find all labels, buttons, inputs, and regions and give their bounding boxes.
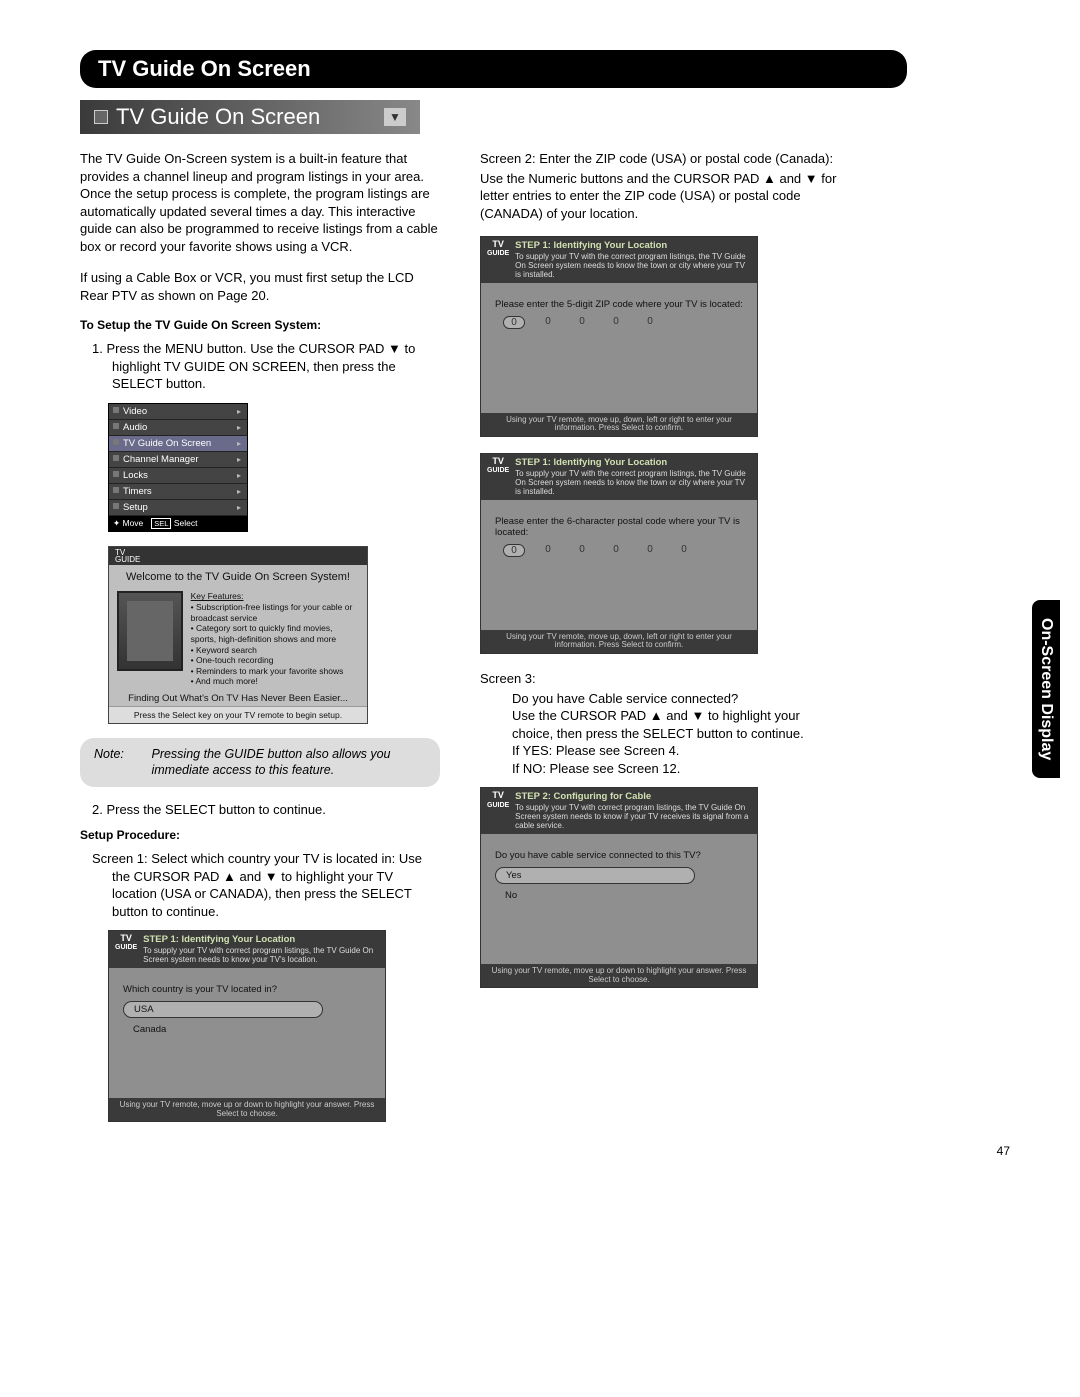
- tv-illustration-icon: [117, 591, 183, 671]
- option-canada: Canada: [123, 1022, 371, 1037]
- welcome-title: Welcome to the TV Guide On Screen System…: [109, 565, 367, 587]
- zip-input-row: 00000: [495, 316, 743, 329]
- title-text: TV Guide On Screen: [116, 104, 320, 130]
- tvguide-logo-icon: TVGUIDE: [487, 791, 509, 808]
- menu-item: Setup▸: [109, 500, 247, 516]
- screen-2-intro: Screen 2: Enter the ZIP code (USA) or po…: [480, 150, 840, 168]
- screen-2-body: Use the Numeric buttons and the CURSOR P…: [480, 170, 840, 223]
- setup-step-1: 1. Press the MENU button. Use the CURSOR…: [80, 340, 440, 393]
- tvguide-logo-icon: TVGUIDE: [115, 549, 140, 563]
- menu-footer: ✦ Move SEL Select: [109, 516, 247, 531]
- welcome-instruction: Press the Select key on your TV remote t…: [109, 706, 367, 723]
- menu-item: Timers▸: [109, 484, 247, 500]
- option-usa: USA: [123, 1001, 323, 1018]
- chapter-side-tab: On-Screen Display: [1032, 600, 1060, 778]
- menu-screenshot: Video▸ Audio▸ TV Guide On Screen▸ Channe…: [108, 403, 248, 532]
- menu-item: Audio▸: [109, 420, 247, 436]
- wizard-zip-screenshot: TVGUIDE STEP 1: Identifying Your Locatio…: [480, 236, 758, 437]
- menu-item-selected: TV Guide On Screen▸: [109, 436, 247, 452]
- dropdown-arrow-icon: ▼: [384, 108, 406, 126]
- postal-input-row: 000000: [495, 544, 743, 557]
- welcome-tagline: Finding Out What's On TV Has Never Been …: [109, 691, 367, 706]
- welcome-screenshot: TVGUIDE Welcome to the TV Guide On Scree…: [108, 546, 368, 724]
- intro-paragraph-2: If using a Cable Box or VCR, you must fi…: [80, 269, 440, 304]
- wizard-cable-screenshot: TVGUIDE STEP 2: Configuring for Cable To…: [480, 787, 758, 988]
- left-column: The TV Guide On-Screen system is a built…: [80, 150, 440, 1138]
- tvguide-logo-icon: TVGUIDE: [115, 934, 137, 951]
- section-title-bar: TV Guide On Screen: [80, 50, 907, 88]
- screen-3-head: Screen 3:: [480, 670, 840, 688]
- wizard-postal-screenshot: TVGUIDE STEP 1: Identifying Your Locatio…: [480, 453, 758, 654]
- menu-item: Locks▸: [109, 468, 247, 484]
- intro-paragraph: The TV Guide On-Screen system is a built…: [80, 150, 440, 255]
- right-column: Screen 2: Enter the ZIP code (USA) or po…: [480, 150, 840, 1138]
- tvguide-logo-icon: TVGUIDE: [487, 457, 509, 474]
- option-no: No: [495, 888, 743, 903]
- feature-title-bar: TV Guide On Screen ▼: [80, 100, 420, 134]
- procedure-heading: Setup Procedure:: [80, 828, 440, 842]
- tvguide-logo-icon: TVGUIDE: [487, 240, 509, 257]
- menu-item: Channel Manager▸: [109, 452, 247, 468]
- title-icon: [94, 110, 108, 124]
- note-callout: Note: Pressing the GUIDE button also all…: [80, 738, 440, 787]
- setup-step-2: 2. Press the SELECT button to continue.: [80, 801, 440, 819]
- option-yes: Yes: [495, 867, 695, 884]
- menu-item: Video▸: [109, 404, 247, 420]
- screen-1-text: Screen 1: Select which country your TV i…: [80, 850, 440, 920]
- screen-3-body: Do you have Cable service connected? Use…: [480, 690, 840, 778]
- setup-heading: To Setup the TV Guide On Screen System:: [80, 318, 440, 332]
- wizard-country-screenshot: TVGUIDE STEP 1: Identifying Your Locatio…: [108, 930, 386, 1122]
- page-number: 47: [997, 1144, 1010, 1158]
- feature-list: Key Features: • Subscription-free listin…: [191, 591, 359, 687]
